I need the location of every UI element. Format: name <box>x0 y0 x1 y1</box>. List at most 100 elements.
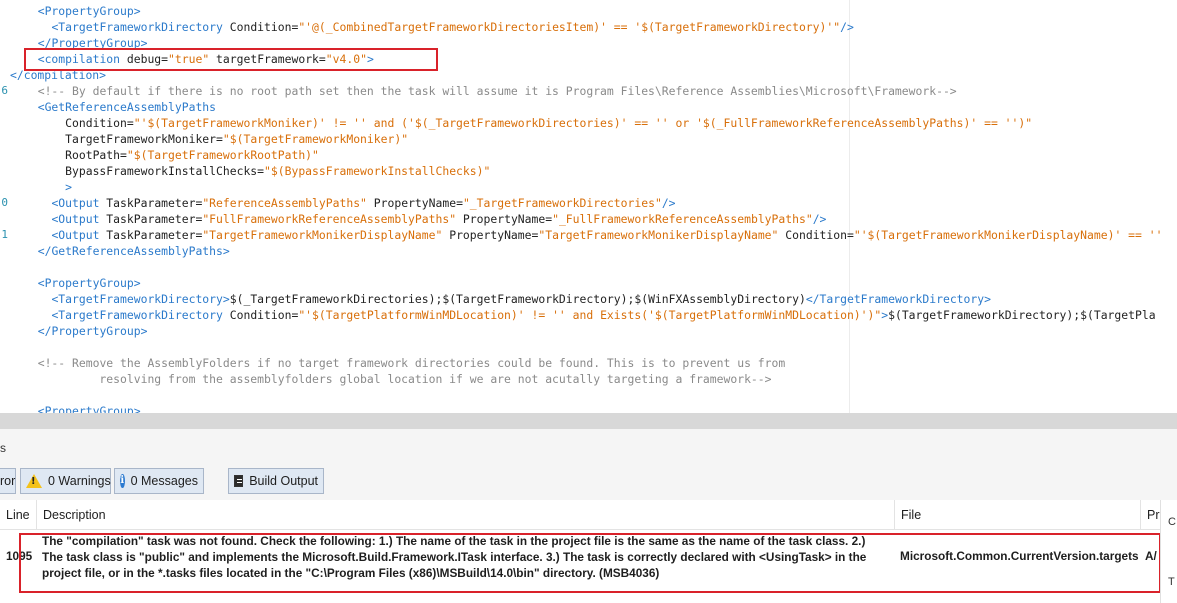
messages-filter-button[interactable]: i 0 Messages <box>114 468 204 494</box>
code-token-bracket: < <box>37 52 45 66</box>
code-token-bracket: </ <box>10 68 24 82</box>
code-token-bracket: > <box>133 4 141 18</box>
code-line: BypassFrameworkInstallChecks="$(BypassFr… <box>24 163 490 179</box>
output-icon <box>234 475 244 487</box>
build-output-label: Build Output <box>249 474 318 488</box>
line-number <box>0 67 8 83</box>
code-line: <!-- By default if there is no root path… <box>24 83 957 99</box>
code-line: Condition="'$(TargetFrameworkMoniker)' !… <box>24 115 1032 131</box>
code-token-tag: PropertyGroup <box>44 4 134 18</box>
code-token-val: "FullFrameworkReferenceAssemblyPaths" <box>202 212 457 226</box>
code-token-val: "TargetFrameworkMonikerDisplayName" <box>202 228 443 242</box>
code-token-eq: = <box>126 116 134 130</box>
warnings-filter-button[interactable]: 0 Warnings <box>20 468 111 494</box>
line-number <box>0 403 8 413</box>
code-token-eq: = <box>257 164 265 178</box>
panel-splitter[interactable] <box>0 413 1177 429</box>
code-token-bracket: > <box>140 324 148 338</box>
line-number <box>0 355 8 371</box>
code-token-val: "_FullFrameworkReferenceAssemblyPaths" <box>552 212 813 226</box>
line-number <box>0 243 8 259</box>
column-header-project[interactable]: Pr <box>1140 500 1160 530</box>
line-number-gutter: 6 0 1 <box>0 0 8 413</box>
code-token-val: "'$(TargetPlatformWinMDLocation)' != '' … <box>298 308 882 322</box>
line-number <box>0 131 8 147</box>
code-token-attr: Condition <box>24 116 127 130</box>
code-token-eq: = <box>456 196 463 210</box>
line-number <box>0 275 8 291</box>
column-header-line[interactable]: Line <box>0 500 36 530</box>
code-line: <Output TaskParameter="TargetFrameworkMo… <box>24 227 1162 243</box>
code-token-eq: = <box>120 148 127 162</box>
errors-filter-button[interactable]: ror <box>0 468 16 494</box>
code-token-bracket: < <box>37 100 45 114</box>
column-header-file[interactable]: File <box>894 500 1140 530</box>
code-token-text: $(TargetFrameworkDirectory);$(TargetPla <box>888 308 1156 322</box>
line-number: 0 <box>1 196 8 209</box>
line-number: 1 <box>1 228 8 241</box>
code-line: </compilation> <box>10 67 106 83</box>
line-number <box>0 51 8 67</box>
code-token-bracket: > <box>222 292 230 306</box>
code-line: <PropertyGroup> <box>24 275 141 291</box>
table-row[interactable]: 1095 The "compilation" task was not foun… <box>0 530 1160 592</box>
side-letter-bottom: T <box>1168 576 1175 588</box>
code-token-tag: PropertyGroup <box>51 36 141 50</box>
error-description: The "compilation" task was not found. Ch… <box>42 534 867 580</box>
line-number <box>0 99 8 115</box>
panel-title: s <box>0 441 6 455</box>
error-project: A/ <box>1145 549 1157 563</box>
code-token-tag: GetReferenceAssemblyPaths <box>51 244 223 258</box>
code-line: <Output TaskParameter="ReferenceAssembly… <box>24 195 675 211</box>
code-token-tag: Output <box>58 212 100 226</box>
code-editor[interactable]: 601 <PropertyGroup> <TargetFrameworkDire… <box>0 0 1177 413</box>
code-token-val: "ReferenceAssemblyPaths" <box>202 196 367 210</box>
code-token-bracket: </ <box>37 244 52 258</box>
code-token-comment: resolving from the assemblyfolders globa… <box>24 372 772 386</box>
code-token-val: "'$(TargetFrameworkMoniker)' != '' and (… <box>133 116 1033 130</box>
code-token-bracket: </ <box>805 292 820 306</box>
code-token-comment: <!-- By default if there is no root path… <box>37 84 957 98</box>
line-number <box>0 259 8 275</box>
code-token-tag: Output <box>58 196 100 210</box>
code-token-bracket: > <box>140 36 148 50</box>
column-header-description[interactable]: Description <box>36 500 894 530</box>
info-icon: i <box>120 474 125 488</box>
code-token-val: "true" <box>168 52 210 66</box>
line-number <box>0 291 8 307</box>
code-token-tag: PropertyGroup <box>44 276 134 290</box>
code-token-val: "$(TargetFrameworkMoniker)" <box>222 132 409 146</box>
code-token-val: "TargetFrameworkMonikerDisplayName" <box>538 228 779 242</box>
line-number <box>0 115 8 131</box>
code-token-tag: PropertyGroup <box>44 404 134 413</box>
messages-filter-label: 0 Messages <box>130 474 198 488</box>
code-token-bracket: > <box>222 244 230 258</box>
code-token-val: "$(TargetFrameworkRootPath)" <box>126 148 319 162</box>
error-list-panel-header: s <box>0 429 1177 463</box>
line-number <box>0 371 8 387</box>
code-token-text: $(_TargetFrameworkDirectories);$(TargetF… <box>229 292 806 306</box>
code-line: </PropertyGroup> <box>24 323 148 339</box>
code-token-attr: PropertyName <box>442 228 532 242</box>
code-token-eq: = <box>846 228 854 242</box>
warnings-filter-label: 0 Warnings <box>48 474 111 488</box>
code-token-bracket: > <box>99 68 107 82</box>
code-line: <PropertyGroup> <box>24 403 141 413</box>
error-list-toolbar: ror 0 Warnings i 0 Messages Build Output <box>0 463 1177 500</box>
code-token-attr: RootPath <box>24 148 121 162</box>
build-output-button[interactable]: Build Output <box>228 468 324 494</box>
line-number <box>0 323 8 339</box>
code-line: TargetFrameworkMoniker="$(TargetFramewor… <box>24 131 408 147</box>
code-token-tag: TargetFrameworkDirectory <box>58 308 223 322</box>
side-letter-top: C <box>1168 516 1176 528</box>
code-token-bracket: </ <box>37 324 52 338</box>
line-number <box>0 387 8 403</box>
code-token-tag: PropertyGroup <box>51 324 141 338</box>
errors-filter-label: ror <box>0 474 16 488</box>
